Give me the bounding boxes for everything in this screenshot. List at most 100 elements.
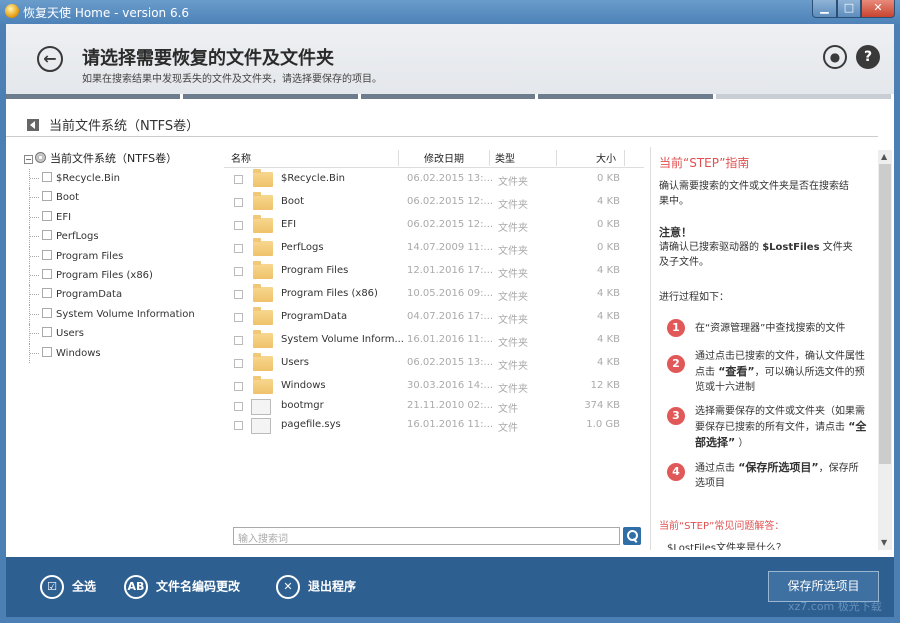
file-date: 30.03.2016 14:...: [407, 380, 494, 391]
faq-link[interactable]: $LostFiles文件夹是什么？: [667, 539, 786, 550]
file-date: 21.11.2010 02:...: [407, 400, 494, 411]
tree-checkbox[interactable]: [42, 230, 52, 241]
table-row[interactable]: Boot 06.02.2015 12:... 文件夹 4 KB: [224, 191, 644, 214]
tree-item-label: EFI: [56, 211, 72, 223]
search-icon[interactable]: [623, 527, 641, 545]
file-date: 16.01.2016 11:...: [407, 419, 494, 430]
file-name: $Recycle.Bin: [281, 173, 346, 184]
column-divider[interactable]: [556, 150, 557, 166]
row-checkbox[interactable]: [234, 175, 243, 184]
tree-checkbox[interactable]: [42, 288, 52, 299]
page-header: ← 请选择需要恢复的文件及文件夹 如果在搜索结果中发现丢失的文件及文件夹，请选择…: [6, 24, 894, 94]
tree-checkbox[interactable]: [42, 210, 52, 221]
table-row[interactable]: Program Files (x86) 10.05.2016 09:... 文件夹 4…: [224, 283, 644, 306]
encoding-button[interactable]: AB 文件名编码更改: [124, 575, 240, 601]
file-size: 4 KB: [597, 196, 620, 207]
divider: [6, 136, 878, 137]
scrollbar-thumb[interactable]: [879, 164, 891, 464]
tree-item[interactable]: $Recycle.Bin: [24, 169, 214, 189]
row-checkbox[interactable]: [234, 336, 243, 345]
column-date[interactable]: 修改日期: [424, 150, 464, 165]
maximize-button[interactable]: □: [837, 0, 861, 18]
tree-checkbox[interactable]: [42, 268, 52, 279]
table-row[interactable]: $Recycle.Bin 06.02.2015 13:... 文件夹 0 KB: [224, 168, 644, 191]
tree-item[interactable]: System Volume Information: [24, 304, 214, 325]
user-icon[interactable]: ●: [823, 45, 847, 69]
tree-item[interactable]: Boot: [24, 188, 214, 209]
file-type: 文件夹: [498, 292, 528, 303]
file-name: EFI: [281, 219, 297, 230]
tree-item-label: Users: [56, 328, 85, 340]
tree-item[interactable]: Windows: [24, 343, 214, 364]
tree-item[interactable]: Program Files (x86): [24, 265, 214, 286]
guide-step-text: 通过点击 “保存所选项目”，保存所选项目: [695, 460, 867, 491]
tree-item[interactable]: Program Files: [24, 246, 214, 267]
file-icon: [251, 399, 271, 415]
column-name[interactable]: 名称: [231, 150, 251, 165]
back-arrow-icon[interactable]: ←: [37, 46, 63, 72]
guide-note: 请确认已搜索驱动器的 $LostFiles 文件夹及子文件。: [659, 240, 859, 270]
close-icon: ✕: [276, 575, 300, 599]
row-checkbox[interactable]: [234, 198, 243, 207]
folder-icon: [253, 307, 273, 325]
row-checkbox[interactable]: [234, 290, 243, 299]
tree-item[interactable]: EFI: [24, 207, 214, 228]
table-row[interactable]: System Volume Inform... 16.01.2016 11:...…: [224, 329, 644, 352]
help-icon[interactable]: ?: [856, 45, 880, 69]
row-checkbox[interactable]: [234, 359, 243, 368]
tree-checkbox[interactable]: [42, 191, 52, 202]
file-date: 14.07.2009 11:...: [407, 242, 494, 253]
exit-button[interactable]: ✕ 退出程序: [276, 575, 356, 601]
table-row[interactable]: Program Files 12.01.2016 17:... 文件夹 4 KB: [224, 260, 644, 283]
file-name: Program Files: [281, 265, 349, 276]
select-all-button[interactable]: ☑ 全选: [40, 575, 96, 601]
collapse-left-icon[interactable]: [27, 119, 39, 131]
folder-icon: [253, 169, 273, 187]
table-row[interactable]: Windows 30.03.2016 14:... 文件夹 12 KB: [224, 375, 644, 398]
close-button[interactable]: ✕: [861, 0, 895, 18]
column-divider[interactable]: [624, 150, 625, 166]
step-progress: [6, 94, 894, 99]
guide-scrollbar[interactable]: ▲ ▼: [878, 150, 892, 550]
row-checkbox[interactable]: [234, 267, 243, 276]
table-row[interactable]: Users 06.02.2015 13:... 文件夹 4 KB: [224, 352, 644, 375]
scroll-up-icon[interactable]: ▲: [881, 152, 887, 161]
file-name: Windows: [281, 380, 326, 391]
row-checkbox[interactable]: [234, 402, 243, 411]
table-row[interactable]: bootmgr 21.11.2010 02:... 文件 374 KB: [224, 398, 644, 417]
file-name: Boot: [281, 196, 305, 207]
tree-checkbox[interactable]: [42, 172, 52, 182]
table-row[interactable]: EFI 06.02.2015 12:... 文件夹 0 KB: [224, 214, 644, 237]
column-type[interactable]: 类型: [495, 150, 515, 165]
folder-icon: [253, 376, 273, 394]
row-checkbox[interactable]: [234, 421, 243, 430]
guide-step-part: 通过点击: [695, 463, 735, 474]
minimize-button[interactable]: ▁: [812, 0, 837, 18]
tree-checkbox[interactable]: [42, 327, 52, 338]
search-input[interactable]: 输入搜索词: [233, 527, 620, 545]
filesystem-breadcrumb[interactable]: 当前文件系统（NTFS卷）: [27, 115, 199, 134]
tree-checkbox[interactable]: [42, 346, 52, 357]
table-row[interactable]: ProgramData 04.07.2016 17:... 文件夹 4 KB: [224, 306, 644, 329]
table-row[interactable]: pagefile.sys 16.01.2016 11:... 文件 1.0 GB: [224, 417, 644, 436]
tree-item[interactable]: ProgramData: [24, 285, 214, 306]
file-type: 文件夹: [498, 384, 528, 395]
tree-checkbox[interactable]: [42, 249, 52, 260]
row-checkbox[interactable]: [234, 244, 243, 253]
step-segment-5: [715, 94, 892, 99]
tree-root[interactable]: − 当前文件系统（NTFS卷）: [24, 150, 214, 169]
collapse-toggle-icon[interactable]: −: [24, 155, 33, 164]
file-icon: [251, 418, 271, 434]
scroll-down-icon[interactable]: ▼: [881, 538, 887, 547]
tree-item[interactable]: PerfLogs: [24, 227, 214, 247]
column-divider[interactable]: [398, 150, 399, 166]
tree-item[interactable]: Users: [24, 324, 214, 344]
guide-step-part: ）: [738, 438, 749, 449]
column-divider[interactable]: [489, 150, 490, 166]
row-checkbox[interactable]: [234, 221, 243, 230]
tree-checkbox[interactable]: [42, 307, 52, 318]
row-checkbox[interactable]: [234, 382, 243, 391]
row-checkbox[interactable]: [234, 313, 243, 322]
column-size[interactable]: 大小: [596, 150, 616, 165]
table-row[interactable]: PerfLogs 14.07.2009 11:... 文件夹 0 KB: [224, 237, 644, 260]
